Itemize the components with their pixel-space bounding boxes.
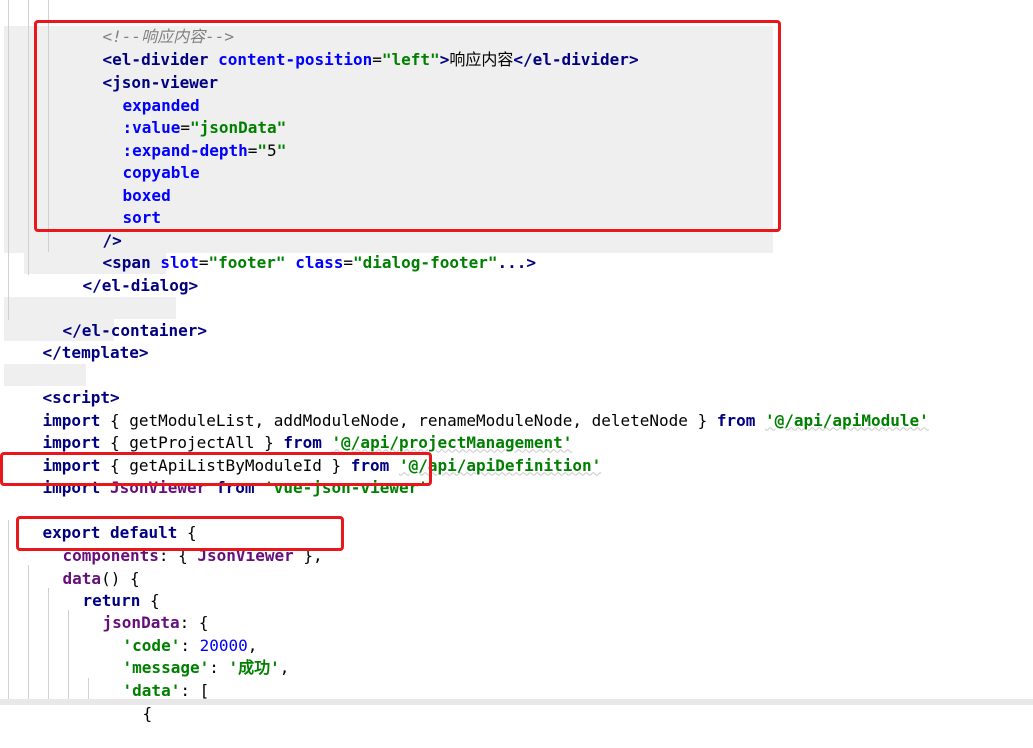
quote: " bbox=[276, 140, 287, 160]
code-line-expand-depth: :expand-depth="5" bbox=[84, 117, 287, 160]
equals: = bbox=[247, 140, 258, 160]
code-line-close-template: </template> bbox=[4, 319, 149, 362]
punctuation: : { bbox=[158, 545, 198, 565]
code-line-json-viewer: <json-viewer bbox=[64, 49, 219, 92]
code-editor[interactable]: <!--响应内容--> <el-divider content-position… bbox=[0, 0, 1033, 723]
keyword-from: from bbox=[716, 410, 756, 430]
code-line-copyable: copyable bbox=[84, 139, 200, 182]
code-line-data: data() { bbox=[24, 545, 140, 588]
indent-guide bbox=[8, 0, 9, 320]
indent-guide bbox=[28, 0, 29, 275]
equals: = bbox=[372, 49, 382, 69]
horizontal-scrollbar[interactable] bbox=[0, 699, 1033, 705]
code-line-sort: sort bbox=[84, 184, 162, 227]
code-line-value: :value="jsonData" bbox=[84, 94, 287, 137]
code-line-close-container: </el-container> bbox=[24, 297, 208, 340]
attr-value: "dialog-footer" bbox=[353, 252, 498, 272]
code-line-import-project: import { getProjectAll } from '@/api/pro… bbox=[4, 409, 573, 452]
code-line-boxed: boxed bbox=[84, 162, 171, 205]
divider-text: 响应内容 bbox=[449, 49, 514, 69]
equals: = bbox=[198, 252, 209, 272]
component-name: JsonViewer bbox=[197, 545, 294, 565]
attr-value: "left" bbox=[381, 49, 440, 69]
tag-close: </el-divider> bbox=[513, 49, 639, 69]
code-line-data-array: 'data': [ bbox=[84, 657, 210, 700]
code-line-comment: <!--响应内容--> bbox=[64, 3, 234, 46]
code-line-jsondata: jsonData: { bbox=[64, 589, 209, 632]
punctuation: : bbox=[209, 657, 229, 677]
string-value: '成功' bbox=[228, 657, 280, 677]
code-line-import-apimodule: import { getModuleList, addModuleNode, r… bbox=[4, 387, 929, 430]
attr-value: "footer" bbox=[208, 252, 286, 272]
import-default-name: JsonViewer bbox=[109, 477, 207, 497]
code-line-self-close: /> bbox=[64, 207, 122, 250]
tag-close: </template> bbox=[42, 342, 149, 362]
code-line-el-divider: <el-divider content-position="left">响应内容… bbox=[64, 26, 639, 69]
quote: " bbox=[257, 140, 268, 160]
tag-folded[interactable]: ...> bbox=[498, 253, 537, 272]
indent-guide bbox=[48, 0, 49, 252]
attr-name: sort bbox=[122, 207, 162, 227]
equals: = bbox=[343, 252, 353, 272]
attr-name: class bbox=[285, 252, 344, 272]
code-line-components: components: { JsonViewer }, bbox=[24, 522, 323, 565]
code-line-export-default: export default { bbox=[4, 499, 197, 542]
code-line-expanded: expanded bbox=[84, 72, 200, 115]
import-path: 'vue-json-viewer' bbox=[264, 477, 428, 497]
keyword-import: import bbox=[42, 477, 101, 497]
tag-bracket: > bbox=[439, 49, 450, 69]
import-path: '@/api/apiModule' bbox=[765, 410, 929, 430]
tag-close: </el-dialog> bbox=[82, 275, 199, 295]
code-line-import-apidefinition: import { getApiListByModuleId } from '@/… bbox=[4, 432, 602, 475]
punctuation: , bbox=[279, 657, 290, 677]
punctuation: { bbox=[142, 703, 153, 723]
import-path: '@/api/apiDefinition' bbox=[398, 455, 602, 475]
code-line-close-dialog: </el-dialog> bbox=[44, 252, 199, 295]
code-line-message: 'message': '成功', bbox=[84, 634, 290, 677]
code-line-script-open: <script> bbox=[4, 364, 120, 407]
code-line-code: 'code': 20000, bbox=[84, 612, 258, 655]
punctuation: }, bbox=[293, 545, 323, 565]
attr-name: content-position bbox=[218, 49, 373, 69]
keyword-from: from bbox=[215, 477, 255, 497]
code-line-return: return { bbox=[44, 567, 160, 610]
punctuation: : [ bbox=[180, 680, 210, 700]
code-line-import-jsonviewer: import JsonViewer from 'vue-json-viewer' bbox=[4, 454, 428, 497]
number-value: 5 bbox=[267, 140, 277, 160]
code-line-span-footer: <span slot="footer" class="dialog-footer… bbox=[64, 229, 537, 272]
